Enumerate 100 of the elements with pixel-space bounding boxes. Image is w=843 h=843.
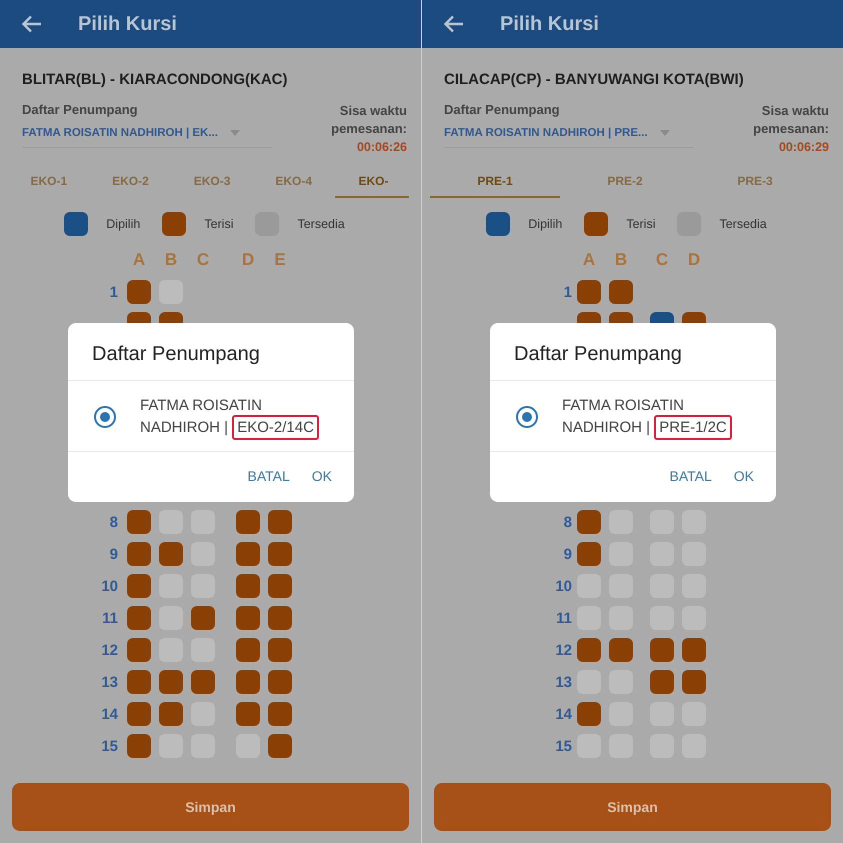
seat[interactable] (127, 734, 151, 758)
seat[interactable] (127, 638, 151, 662)
seat[interactable] (127, 702, 151, 726)
cancel-button[interactable]: BATAL (239, 466, 298, 486)
back-arrow-icon[interactable] (22, 15, 42, 33)
passenger-option-label: FATMA ROISATIN NADHIROH | EKO-2/14C (140, 395, 340, 439)
coach-tab[interactable]: PRE-2 (560, 168, 690, 198)
seat[interactable] (577, 542, 601, 566)
seat[interactable] (609, 638, 633, 662)
caret-icon (660, 130, 670, 136)
row-number: 14 (100, 706, 118, 722)
caret-icon (230, 130, 240, 136)
save-button[interactable]: Simpan (12, 783, 409, 831)
column-letter: D (240, 250, 256, 270)
seat[interactable] (127, 574, 151, 598)
ok-button[interactable]: OK (726, 466, 762, 486)
seat[interactable] (268, 702, 292, 726)
seat[interactable] (577, 510, 601, 534)
column-letter: A (132, 250, 146, 270)
seat[interactable] (609, 280, 633, 304)
row-number: 9 (562, 546, 572, 562)
seat[interactable] (650, 638, 674, 662)
seat[interactable] (236, 670, 260, 694)
route-title: CILACAP(CP) - BANYUWANGI KOTA(BWI) (444, 71, 745, 88)
seat[interactable] (577, 280, 601, 304)
seat[interactable] (682, 670, 706, 694)
column-letter: B (164, 250, 178, 270)
seat[interactable] (236, 542, 260, 566)
row-number: 15 (554, 738, 572, 754)
timer-label: Sisa waktu pemesanan: (752, 102, 829, 138)
legend-label: Terisi (204, 217, 234, 231)
seat[interactable] (268, 670, 292, 694)
row-number: 8 (108, 514, 118, 530)
coach-tab[interactable]: EKO-3 (171, 168, 253, 198)
row-number: 11 (555, 610, 572, 626)
back-arrow-icon[interactable] (444, 15, 464, 33)
passenger-label: Daftar Penumpang (444, 102, 561, 117)
seat[interactable] (159, 542, 183, 566)
seat[interactable] (127, 606, 151, 630)
coach-tab[interactable]: EKO- (334, 168, 410, 198)
dialog-title: Daftar Penumpang (68, 323, 354, 381)
legend-label: Tersedia (297, 217, 345, 231)
seat[interactable] (268, 638, 292, 662)
seat[interactable] (127, 542, 151, 566)
row-number: 1 (562, 284, 572, 300)
coach-tab[interactable]: PRE-1 (430, 168, 560, 198)
screen-title: Pilih Kursi (500, 12, 599, 36)
seat[interactable] (268, 606, 292, 630)
legend-label: Dipilih (528, 217, 562, 231)
row-number: 13 (100, 674, 118, 690)
seat[interactable] (191, 670, 215, 694)
row-number: 10 (554, 578, 572, 594)
seat[interactable] (268, 734, 292, 758)
seat[interactable] (236, 702, 260, 726)
column-letter: E (273, 250, 287, 270)
seat[interactable] (268, 574, 292, 598)
column-letter: D (686, 250, 702, 270)
cancel-button[interactable]: BATAL (661, 466, 720, 486)
ok-button[interactable]: OK (304, 466, 340, 486)
row-number: 9 (108, 546, 118, 562)
seat[interactable] (268, 542, 292, 566)
row-number: 1 (108, 284, 118, 300)
seat[interactable] (127, 510, 151, 534)
row-number: 12 (554, 642, 572, 658)
passenger-dropdown[interactable]: FATMA ROISATIN NADHIROH | PRE... (444, 127, 694, 148)
seat[interactable] (127, 280, 151, 304)
seat[interactable] (191, 606, 215, 630)
seat[interactable] (577, 638, 601, 662)
route-title: BLITAR(BL) - KIARACONDONG(KAC) (22, 71, 289, 88)
row-number: 11 (101, 610, 118, 626)
seat[interactable] (650, 670, 674, 694)
seat[interactable] (159, 702, 183, 726)
coach-tab[interactable]: EKO-2 (90, 168, 172, 198)
save-button[interactable]: Simpan (434, 783, 831, 831)
column-letter: A (582, 250, 596, 270)
column-letter: B (614, 250, 628, 270)
dialog-title: Daftar Penumpang (490, 323, 776, 381)
seat[interactable] (236, 638, 260, 662)
seat[interactable] (236, 574, 260, 598)
seat[interactable] (236, 606, 260, 630)
row-number: 10 (100, 578, 118, 594)
coach-tab[interactable]: EKO-4 (252, 168, 334, 198)
row-number: 14 (554, 706, 572, 722)
seat[interactable] (682, 638, 706, 662)
timer-label: Sisa waktu pemesanan: (330, 102, 407, 138)
seat[interactable] (236, 510, 260, 534)
radio-button[interactable] (94, 406, 116, 428)
coach-tab[interactable]: EKO-1 (8, 168, 90, 198)
radio-button[interactable] (516, 406, 538, 428)
coach-tab[interactable]: PRE-3 (690, 168, 820, 198)
passenger-option-label: FATMA ROISATIN NADHIROH | PRE-1/2C (562, 395, 762, 439)
seat[interactable] (268, 510, 292, 534)
legend-label: Terisi (626, 217, 656, 231)
seat[interactable] (127, 670, 151, 694)
row-number: 15 (100, 738, 118, 754)
seat[interactable] (577, 702, 601, 726)
passenger-dropdown[interactable]: FATMA ROISATIN NADHIROH | EK... (22, 127, 272, 148)
countdown-timer: 00:06:26 (356, 139, 407, 156)
row-number: 12 (100, 642, 118, 658)
seat[interactable] (159, 670, 183, 694)
